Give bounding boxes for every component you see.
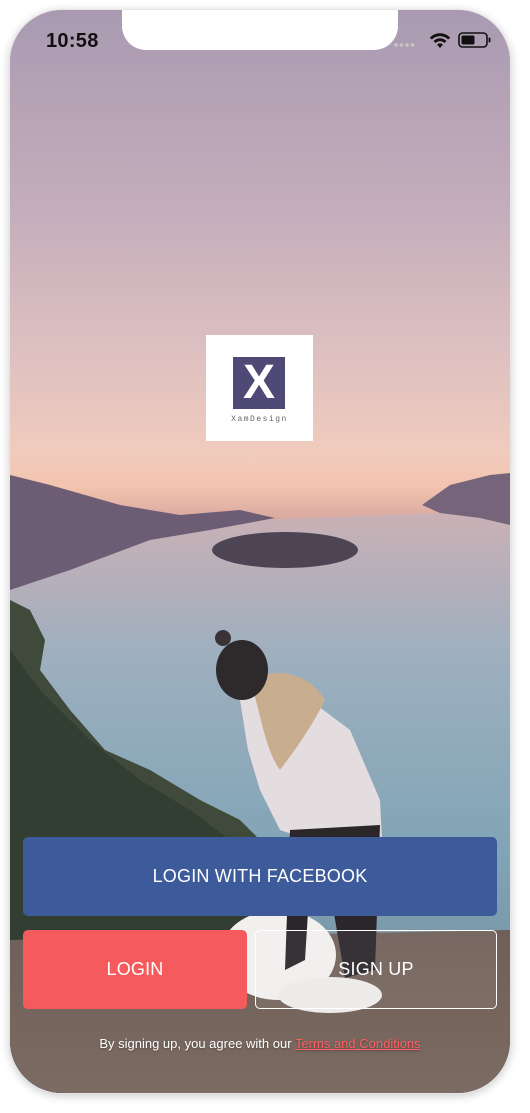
login-button-label: LOGIN: [106, 959, 164, 979]
terms-and-conditions-link[interactable]: Terms and Conditions: [295, 1036, 421, 1051]
home-indicator: [200, 1078, 320, 1083]
logo-mark: X: [233, 357, 285, 409]
app-logo: X XamDesign: [206, 335, 313, 441]
signup-button-label: SIGN UP: [338, 959, 414, 979]
status-icons: [382, 30, 492, 54]
wifi-icon: [429, 33, 451, 48]
phone-screen: 10:58 X XamDesign LOGIN WITH FACEBOOK LO…: [10, 10, 510, 1093]
terms-prefix: By signing up, you agree with our: [99, 1036, 295, 1051]
login-with-facebook-button[interactable]: LOGIN WITH FACEBOOK: [23, 837, 497, 916]
status-time: 10:58: [46, 30, 99, 52]
login-button[interactable]: LOGIN: [23, 930, 247, 1009]
sign-up-button[interactable]: SIGN UP: [255, 930, 497, 1009]
logo-text: XamDesign: [231, 415, 288, 424]
signal-dots-icon: [394, 43, 415, 47]
facebook-button-label: LOGIN WITH FACEBOOK: [152, 866, 368, 886]
battery-icon: [458, 32, 491, 48]
notch: [122, 10, 398, 50]
terms-notice: By signing up, you agree with our Terms …: [10, 1036, 510, 1051]
